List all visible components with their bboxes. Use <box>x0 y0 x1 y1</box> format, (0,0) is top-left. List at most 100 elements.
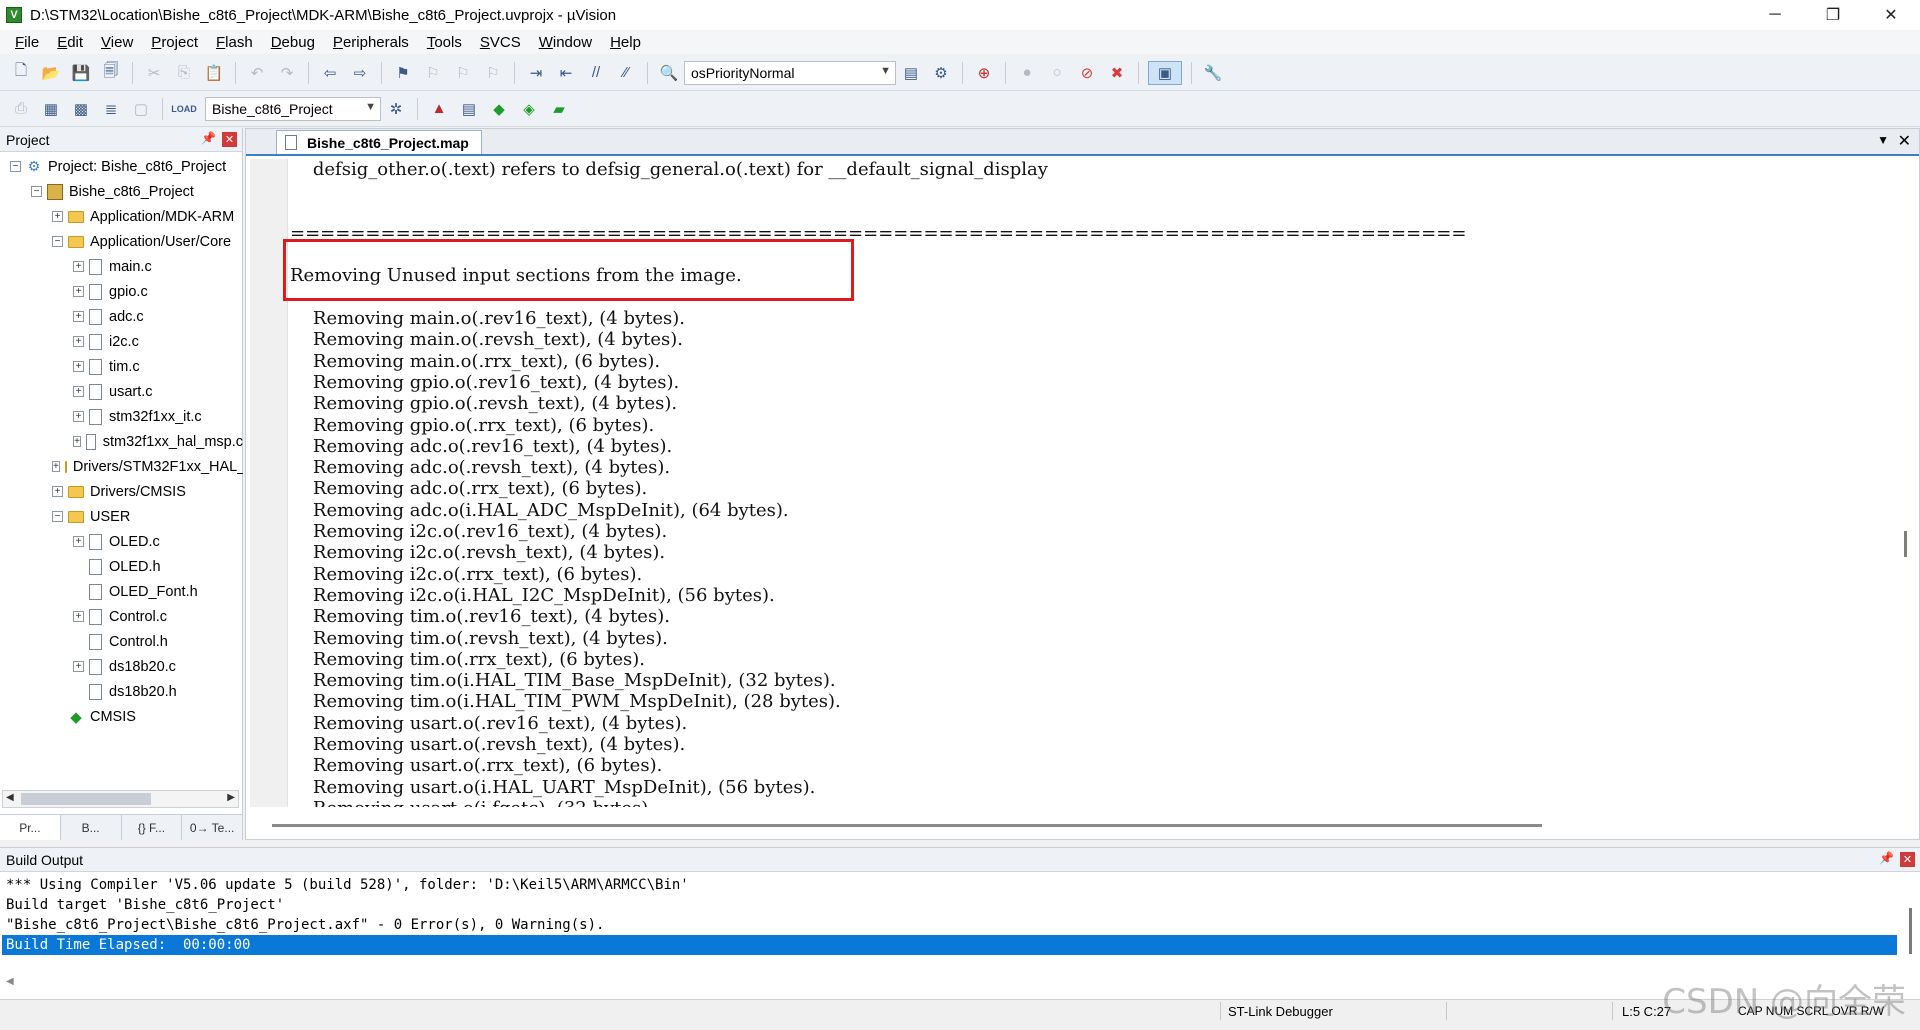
tree-item-file[interactable]: + OLED.c <box>0 529 243 554</box>
scrollbar-thumb[interactable] <box>21 793 151 805</box>
menu-item-window[interactable]: Window <box>530 34 601 51</box>
restore-button[interactable]: ❐ <box>1804 0 1862 30</box>
find-in-files-icon[interactable]: 🔍 <box>657 61 681 85</box>
indent-icon[interactable]: ⇥ <box>524 61 548 85</box>
editor-horizontal-scrollbar[interactable] <box>272 819 1542 831</box>
tree-item-file[interactable]: + ds18b20.c <box>0 654 243 679</box>
navigate-forward-icon[interactable]: ⇨ <box>348 61 372 85</box>
menu-item-debug[interactable]: Debug <box>262 34 324 51</box>
save-icon[interactable]: 💾 <box>69 61 93 85</box>
tab-books[interactable]: B... <box>61 815 122 840</box>
browse-icon[interactable]: ▤ <box>899 61 923 85</box>
disable-breakpoint-icon[interactable]: ○ <box>1045 61 1069 85</box>
tree-item-cmsis[interactable]: ◆ CMSIS <box>0 704 243 729</box>
tree-item-folder[interactable]: + Application/MDK-ARM <box>0 204 243 229</box>
menu-item-tools[interactable]: Tools <box>418 34 471 51</box>
scrollbar-thumb[interactable] <box>272 824 1542 827</box>
tree-item-project[interactable]: − ⚙ Project: Bishe_c8t6_Project <box>0 154 243 179</box>
run-time-environment-icon[interactable]: ▰ <box>547 97 571 121</box>
breakpoint-icon[interactable]: ● <box>1015 61 1039 85</box>
bookmark-icon[interactable]: ⚑ <box>391 61 415 85</box>
window-layout-icon[interactable]: ▣ <box>1148 60 1182 85</box>
menu-item-svcs[interactable]: SVCS <box>471 34 530 51</box>
expand-icon[interactable]: + <box>73 386 84 397</box>
configure-icon[interactable]: ⚙ <box>929 61 953 85</box>
stop-build-icon[interactable]: ▢ <box>129 97 153 121</box>
unindent-icon[interactable]: ⇤ <box>554 61 578 85</box>
save-all-icon[interactable]: 🗐 <box>99 61 123 85</box>
next-bookmark-icon[interactable]: ⚐ <box>451 61 475 85</box>
expand-icon[interactable]: + <box>73 611 84 622</box>
tree-item-file[interactable]: + stm32f1xx_hal_msp.c <box>0 429 243 454</box>
scroll-left-icon[interactable]: ◀ <box>6 976 14 987</box>
expand-icon[interactable]: + <box>52 486 63 497</box>
close-tab-icon[interactable]: ✕ <box>1898 131 1911 151</box>
build-icon[interactable]: ▦ <box>39 97 63 121</box>
expand-icon[interactable]: + <box>73 536 84 547</box>
comment-icon[interactable]: // <box>584 61 608 85</box>
tree-item-folder[interactable]: − USER <box>0 504 243 529</box>
tree-item-file[interactable]: ds18b20.h <box>0 679 243 704</box>
select-packs-icon[interactable]: ◆ <box>487 97 511 121</box>
wrench-icon[interactable]: 🔧 <box>1201 61 1225 85</box>
uncomment-icon[interactable]: ⁄⁄ <box>614 61 638 85</box>
paste-icon[interactable]: 📋 <box>202 61 226 85</box>
redo-icon[interactable]: ↷ <box>275 61 299 85</box>
menu-item-project[interactable]: Project <box>142 34 207 51</box>
navigate-back-icon[interactable]: ⇦ <box>318 61 342 85</box>
target-options-icon[interactable]: ✲ <box>384 97 408 121</box>
tree-item-file[interactable]: + usart.c <box>0 379 243 404</box>
download-load-icon[interactable]: LOAD <box>171 97 197 121</box>
target-combo[interactable]: Bishe_c8t6_Project ▼ <box>205 96 381 121</box>
tree-item-file[interactable]: Control.h <box>0 629 243 654</box>
priority-combo[interactable]: osPriorityNormal ▼ <box>684 60 896 85</box>
expand-icon[interactable]: + <box>73 661 84 672</box>
scrollbar-thumb[interactable] <box>1904 531 1907 557</box>
expand-icon[interactable]: + <box>52 461 60 472</box>
collapse-icon[interactable]: − <box>10 161 21 172</box>
expand-icon[interactable]: + <box>73 336 84 347</box>
collapse-icon[interactable]: − <box>52 236 63 247</box>
tree-item-file[interactable]: + tim.c <box>0 354 243 379</box>
expand-icon[interactable]: + <box>73 261 84 272</box>
tree-item-file[interactable]: + stm32f1xx_it.c <box>0 404 243 429</box>
manage-components-icon[interactable]: ▤ <box>457 97 481 121</box>
tree-item-file[interactable]: + gpio.c <box>0 279 243 304</box>
pin-icon[interactable]: 📌 <box>1879 851 1894 865</box>
tab-functions[interactable]: {} F... <box>122 815 183 840</box>
pin-icon[interactable]: 📌 <box>201 131 216 145</box>
debug-session-icon[interactable]: ⊕ <box>972 61 996 85</box>
rebuild-icon[interactable]: ▩ <box>69 97 93 121</box>
tab-map-file[interactable]: Bishe_c8t6_Project.map <box>276 130 482 154</box>
file-extensions-icon[interactable]: ▲ <box>427 97 451 121</box>
collapse-icon[interactable]: − <box>52 511 63 522</box>
expand-icon[interactable]: + <box>73 411 84 422</box>
tree-horizontal-scrollbar[interactable]: ◀ ▶ <box>2 790 239 808</box>
expand-icon[interactable]: + <box>73 436 82 447</box>
close-button[interactable]: ✕ <box>1862 0 1920 30</box>
clear-bookmarks-icon[interactable]: ⚐ <box>481 61 505 85</box>
prev-bookmark-icon[interactable]: ⚐ <box>421 61 445 85</box>
menu-item-flash[interactable]: Flash <box>207 34 262 51</box>
undo-icon[interactable]: ↶ <box>245 61 269 85</box>
menu-item-help[interactable]: Help <box>601 34 650 51</box>
tab-project[interactable]: Pr... <box>0 815 61 840</box>
tree-item-folder[interactable]: − Application/User/Core <box>0 229 243 254</box>
tab-list-dropdown-icon[interactable]: ▼ <box>1877 133 1889 147</box>
scroll-right-icon[interactable]: ▶ <box>227 792 235 803</box>
tree-item-file[interactable]: + adc.c <box>0 304 243 329</box>
menu-item-view[interactable]: View <box>92 34 142 51</box>
menu-item-edit[interactable]: Edit <box>48 34 92 51</box>
new-file-icon[interactable]: 🗋 <box>9 61 33 85</box>
tree-item-target[interactable]: − Bishe_c8t6_Project <box>0 179 243 204</box>
expand-icon[interactable]: + <box>73 311 84 322</box>
close-icon[interactable]: ✕ <box>222 132 237 147</box>
tree-item-file[interactable]: OLED_Font.h <box>0 579 243 604</box>
build-output-text[interactable]: *** Using Compiler 'V5.06 update 5 (buil… <box>2 875 1897 955</box>
tree-item-file[interactable]: OLED.h <box>0 554 243 579</box>
tree-item-folder[interactable]: + Drivers/CMSIS <box>0 479 243 504</box>
expand-icon[interactable]: + <box>52 211 63 222</box>
build-output-scrollbar[interactable] <box>1909 908 1912 954</box>
translate-icon[interactable]: ⎙ <box>9 97 33 121</box>
menu-item-file[interactable]: File <box>6 34 48 51</box>
